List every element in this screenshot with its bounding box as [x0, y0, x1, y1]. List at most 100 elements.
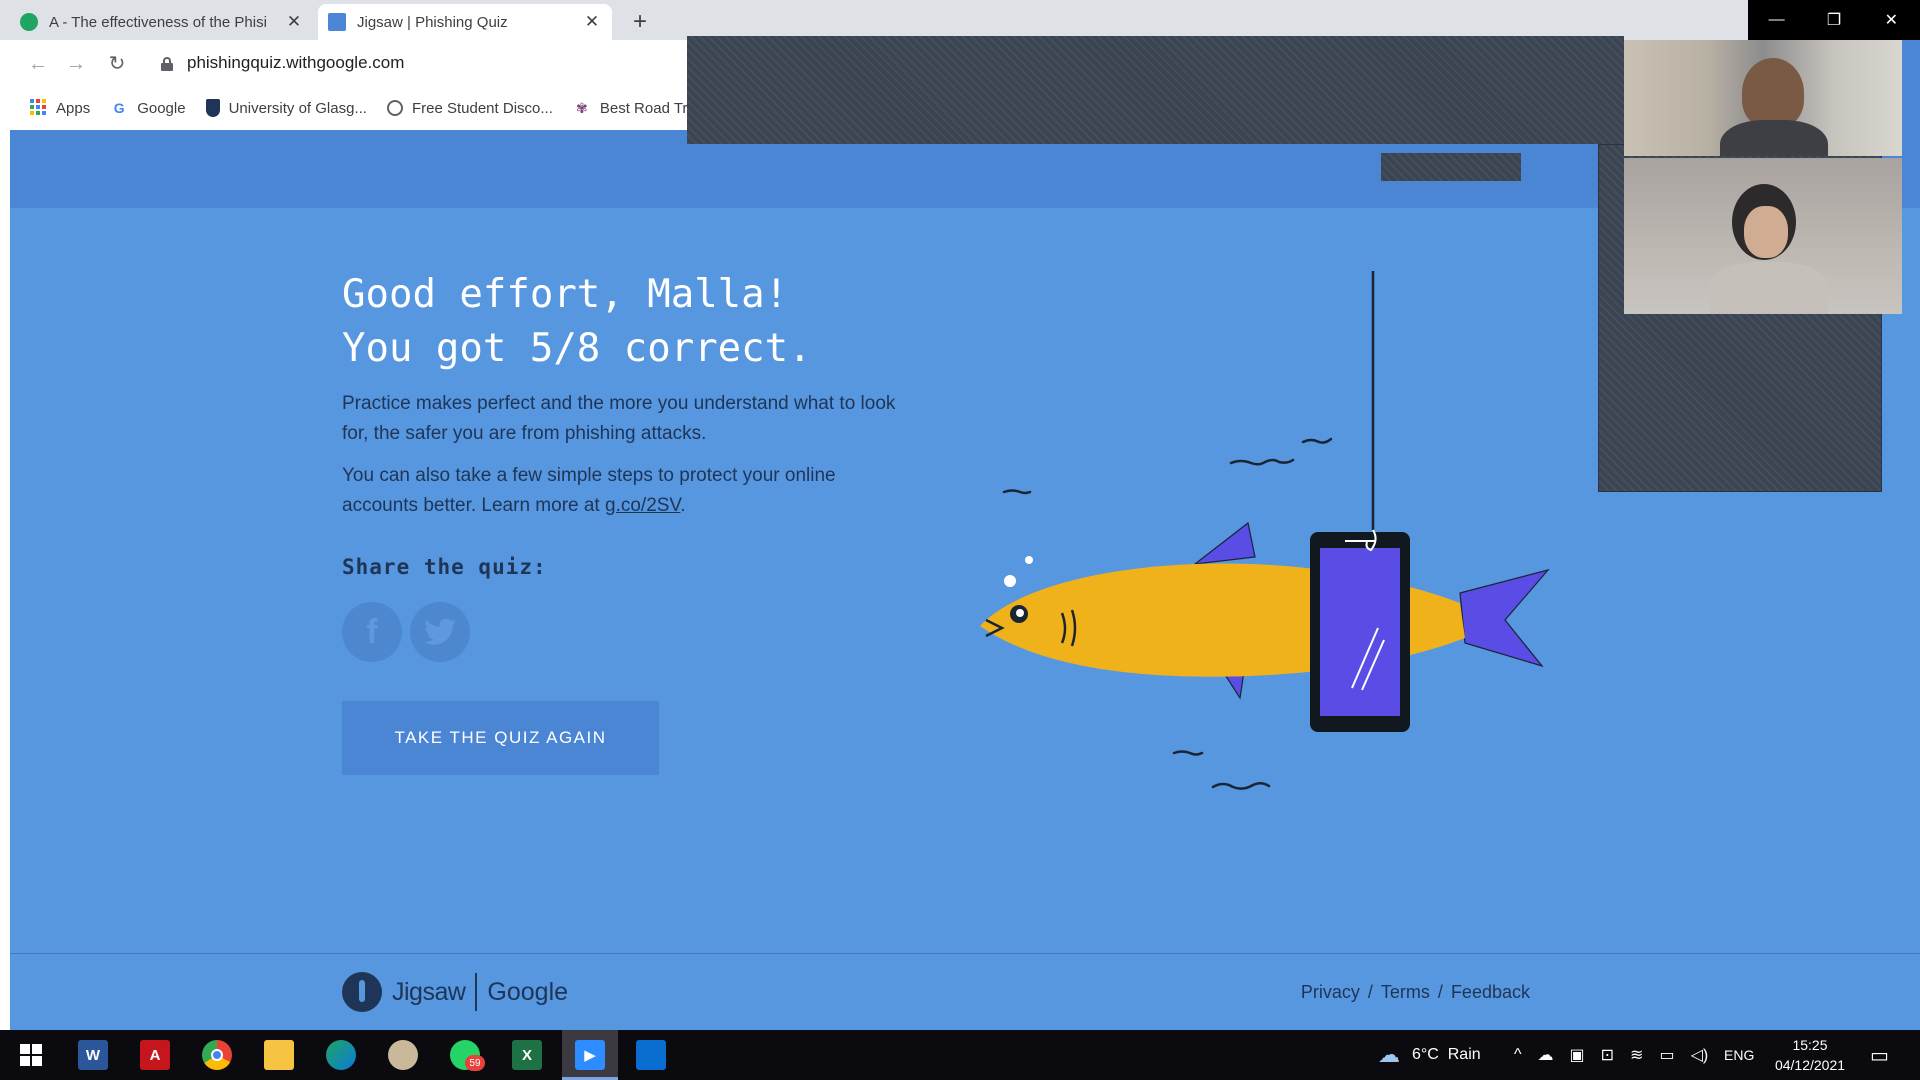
- headline-line-2: You got 5/8 correct.: [342, 326, 812, 371]
- footer-links: Privacy / Terms / Feedback: [1301, 982, 1530, 1003]
- bookmark-label: Apps: [56, 99, 91, 117]
- bookmark-label: University of Glasg...: [228, 99, 367, 117]
- participant-video-tile[interactable]: [1624, 158, 1902, 314]
- paint-icon[interactable]: [388, 1040, 418, 1070]
- restore-icon[interactable]: ❐: [1805, 0, 1862, 40]
- cloud-rain-icon: ☁: [1378, 1042, 1400, 1067]
- twitter-share-button[interactable]: [410, 602, 470, 662]
- bookmark-university[interactable]: University of Glasg...: [205, 99, 367, 117]
- forward-arrow-icon[interactable]: →: [62, 50, 90, 78]
- take-quiz-again-button[interactable]: TAKE THE QUIZ AGAIN: [342, 701, 659, 775]
- participant-face: [1744, 206, 1788, 258]
- browser-toolbar: ← → ↻ phishingquiz.withgoogle.com Apps G…: [0, 40, 691, 130]
- reload-icon[interactable]: ↻: [103, 50, 131, 78]
- google-g-icon: G: [113, 100, 125, 116]
- jigsaw-google-logo[interactable]: Jigsaw Google: [342, 972, 568, 1012]
- terms-link[interactable]: Terms: [1381, 982, 1430, 1003]
- participant-shirt: [1720, 120, 1828, 156]
- volume-icon[interactable]: ◁): [1691, 1045, 1709, 1065]
- globe-icon: [386, 100, 403, 116]
- bookmark-google[interactable]: G Google: [110, 99, 186, 117]
- clock-time: 15:25: [1792, 1037, 1828, 1053]
- jigsaw-logo-icon: [342, 972, 382, 1012]
- language-indicator[interactable]: ENG: [1724, 1030, 1754, 1080]
- system-clock[interactable]: 15:25 04/12/2021: [1765, 1035, 1855, 1075]
- link-separator: /: [1437, 982, 1443, 1002]
- 2sv-link[interactable]: g.co/2SV: [605, 495, 680, 516]
- apps-grid-icon: [29, 99, 47, 117]
- meet-now-icon[interactable]: ▣: [1570, 1045, 1585, 1065]
- bookmark-student-discounts[interactable]: Free Student Disco...: [386, 99, 553, 117]
- participant-avatar: [1742, 58, 1804, 128]
- close-icon[interactable]: ✕: [1863, 0, 1920, 40]
- steps-paragraph: You can also take a few simple steps to …: [342, 461, 902, 521]
- tab-strip: A - The effectiveness of the Phisi ✕ Jig…: [0, 0, 1920, 40]
- facebook-share-button[interactable]: f: [342, 602, 402, 662]
- bookmark-label: Free Student Disco...: [411, 99, 553, 117]
- notifications-icon[interactable]: ▭: [1870, 1030, 1889, 1080]
- wifi-icon[interactable]: ≋: [1630, 1045, 1643, 1065]
- result-headline: Good effort, Malla! You got 5/8 correct.: [342, 268, 812, 376]
- excel-icon[interactable]: X: [512, 1040, 542, 1070]
- bubble: [1004, 575, 1016, 587]
- photos-icon[interactable]: [636, 1040, 666, 1070]
- chrome-icon[interactable]: [202, 1040, 232, 1070]
- back-arrow-icon[interactable]: ←: [24, 50, 52, 78]
- google-wordmark: Google: [487, 977, 569, 1006]
- close-tab-icon[interactable]: ✕: [582, 12, 602, 32]
- phone: [1310, 529, 1410, 732]
- bookmark-road-trip[interactable]: ✾ Best Road Tri: [573, 99, 691, 117]
- file-explorer-icon[interactable]: [264, 1040, 294, 1070]
- weather-text: 6°C Rain: [1412, 1046, 1481, 1063]
- chevron-up-icon[interactable]: ^: [1514, 1046, 1522, 1064]
- tab-jigsaw-phishing-quiz[interactable]: Jigsaw | Phishing Quiz ✕: [318, 4, 612, 40]
- address-bar[interactable]: phishingquiz.withgoogle.com: [187, 53, 404, 73]
- display-icon[interactable]: ⊡: [1601, 1045, 1614, 1065]
- bubble: [1025, 556, 1033, 564]
- window-controls: — ❐ ✕: [1748, 0, 1920, 40]
- close-tab-icon[interactable]: ✕: [284, 12, 304, 32]
- privacy-link[interactable]: Privacy: [1301, 982, 1360, 1003]
- bookmark-label: Best Road Tri: [599, 99, 691, 117]
- thistle-icon: ✾: [576, 100, 588, 116]
- whatsapp-notification-badge: 59: [465, 1055, 485, 1071]
- tab-favicon-icon: [20, 13, 38, 31]
- weather-widget[interactable]: ☁ 6°C Rain: [1378, 1030, 1481, 1080]
- screen-share-mask: [1381, 153, 1521, 181]
- participant-shirt: [1710, 262, 1828, 314]
- window-edge: [0, 130, 10, 1030]
- bookmarks-bar: Apps G Google University of Glasg... Fre…: [0, 90, 691, 126]
- bookmark-apps[interactable]: Apps: [29, 99, 90, 117]
- page-footer: Jigsaw Google Privacy / Terms / Feedback: [10, 954, 1920, 1030]
- feedback-link[interactable]: Feedback: [1451, 982, 1530, 1003]
- participant-video-tile[interactable]: [1624, 40, 1902, 156]
- practice-paragraph: Practice makes perfect and the more you …: [342, 393, 896, 444]
- system-tray-icons: ^ ☁ ▣ ⊡ ≋ ▭ ◁): [1514, 1030, 1708, 1080]
- lock-icon[interactable]: [161, 57, 173, 71]
- windows-start-icon[interactable]: [16, 1040, 46, 1070]
- jigsaw-wordmark: Jigsaw: [392, 977, 466, 1006]
- edge-icon[interactable]: [326, 1040, 356, 1070]
- tab-title: Jigsaw | Phishing Quiz: [357, 13, 508, 31]
- new-tab-button[interactable]: +: [626, 8, 654, 36]
- tab-favicon-icon: [328, 13, 346, 31]
- phishing-fish-illustration: [980, 271, 1550, 790]
- zoom-icon[interactable]: ▶: [575, 1040, 605, 1070]
- brand-divider: [475, 973, 478, 1011]
- university-crest-icon: [205, 99, 220, 117]
- battery-icon[interactable]: ▭: [1659, 1045, 1674, 1065]
- facebook-icon: f: [366, 612, 378, 651]
- acrobat-icon[interactable]: A: [140, 1040, 170, 1070]
- headline-line-1: Good effort, Malla!: [342, 272, 789, 317]
- tab-title: A - The effectiveness of the Phisi: [49, 13, 267, 31]
- screen-share-mask: [687, 36, 1624, 144]
- tab-phishing-effectiveness[interactable]: A - The effectiveness of the Phisi ✕: [10, 4, 314, 40]
- minimize-icon[interactable]: —: [1748, 0, 1805, 40]
- steps-suffix: .: [680, 495, 686, 516]
- twitter-icon: [424, 618, 456, 645]
- word-icon[interactable]: W: [78, 1040, 108, 1070]
- onedrive-icon[interactable]: ☁: [1538, 1045, 1554, 1065]
- steps-text: You can also take a few simple steps to …: [342, 465, 836, 516]
- bookmark-label: Google: [137, 99, 186, 117]
- clock-date: 04/12/2021: [1774, 1057, 1846, 1073]
